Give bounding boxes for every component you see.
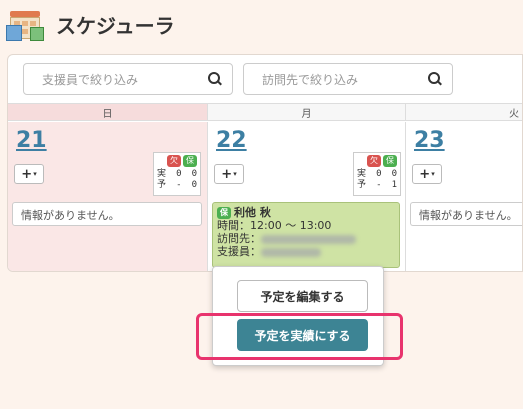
redacted-destination: [261, 234, 356, 244]
hold-badge: 保: [183, 155, 197, 167]
add-label: +: [221, 166, 233, 182]
caret-down-icon: ▾: [233, 170, 237, 178]
actual-value: 0: [376, 169, 382, 179]
destination-search-placeholder: 訪問先で絞り込み: [262, 72, 359, 87]
add-label: +: [21, 166, 33, 182]
add-label: +: [419, 166, 431, 182]
day-column-22: 22 + ▾ 欠 保 実00 予-1 保 利他 秋 時間：12:00 ～ 13:0…: [208, 122, 406, 271]
hold-badge: 保: [383, 155, 397, 167]
day-column-23: 23 + ▾ 情報がありません。: [406, 122, 522, 271]
add-schedule-button[interactable]: + ▾: [412, 164, 442, 184]
no-info-message: 情報がありません。: [12, 202, 202, 226]
actual-value: 0: [391, 169, 397, 179]
plan-value: -: [376, 180, 382, 190]
weekday-header: 日 月 火: [8, 103, 522, 121]
add-schedule-button[interactable]: + ▾: [214, 164, 244, 184]
app-title: スケジューラ: [56, 13, 175, 38]
absence-badge: 欠: [167, 155, 181, 167]
caret-down-icon: ▾: [33, 170, 37, 178]
actual-label: 実: [357, 169, 367, 179]
time-value: 12:00 ～ 13:00: [250, 219, 332, 232]
app-header: スケジューラ: [6, 6, 175, 42]
day-number-link[interactable]: 21: [16, 128, 47, 153]
search-icon[interactable]: [428, 72, 442, 86]
weekday-monday: 月: [208, 104, 406, 120]
edit-schedule-button[interactable]: 予定を編集する: [237, 280, 368, 312]
day-number-link[interactable]: 23: [414, 128, 445, 153]
plan-label: 予: [357, 180, 367, 190]
weekday-sunday: 日: [8, 104, 208, 120]
absence-badge: 欠: [367, 155, 381, 167]
event-time: 時間：12:00 ～ 13:00: [217, 219, 395, 232]
day-stats: 欠 保 実00 予-0: [153, 152, 201, 196]
schedule-event-card[interactable]: 保 利他 秋 時間：12:00 ～ 13:00 訪問先： 支援員：: [212, 202, 400, 268]
no-info-message: 情報がありません。: [410, 202, 522, 226]
staff-search-placeholder: 支援員で絞り込み: [42, 72, 139, 87]
day-number-link[interactable]: 22: [216, 128, 247, 153]
highlight-frame: [196, 313, 403, 360]
day-column-21: 21 + ▾ 欠 保 実00 予-0 情報がありません。: [8, 122, 208, 271]
actual-value: 0: [176, 169, 182, 179]
search-icon[interactable]: [208, 72, 222, 86]
weekday-tuesday: 火: [406, 104, 522, 120]
actual-value: 0: [191, 169, 197, 179]
destination-label: 訪問先：: [217, 232, 261, 245]
add-schedule-button[interactable]: + ▾: [14, 164, 44, 184]
calendar-icon: [6, 7, 46, 41]
day-stats: 欠 保 実00 予-1: [353, 152, 401, 196]
client-name: 利他 秋: [234, 206, 271, 219]
event-staff: 支援員：: [217, 245, 395, 258]
destination-search-input[interactable]: 訪問先で絞り込み: [243, 63, 453, 95]
hold-badge: 保: [217, 206, 231, 219]
scheduler-panel: 支援員で絞り込み 訪問先で絞り込み 日 月 火 21 + ▾ 欠 保 実00 予-…: [7, 54, 523, 272]
plan-label: 予: [157, 180, 167, 190]
time-label: 時間：: [217, 219, 250, 232]
staff-search-input[interactable]: 支援員で絞り込み: [23, 63, 233, 95]
event-title: 保 利他 秋: [217, 206, 395, 219]
actual-label: 実: [157, 169, 167, 179]
plan-value: 1: [391, 180, 397, 190]
search-row: 支援員で絞り込み 訪問先で絞り込み: [23, 63, 453, 95]
plan-value: -: [176, 180, 182, 190]
event-destination: 訪問先：: [217, 232, 395, 245]
plan-value: 0: [191, 180, 197, 190]
staff-label: 支援員：: [217, 245, 261, 258]
caret-down-icon: ▾: [431, 170, 435, 178]
redacted-staff: [261, 247, 321, 257]
